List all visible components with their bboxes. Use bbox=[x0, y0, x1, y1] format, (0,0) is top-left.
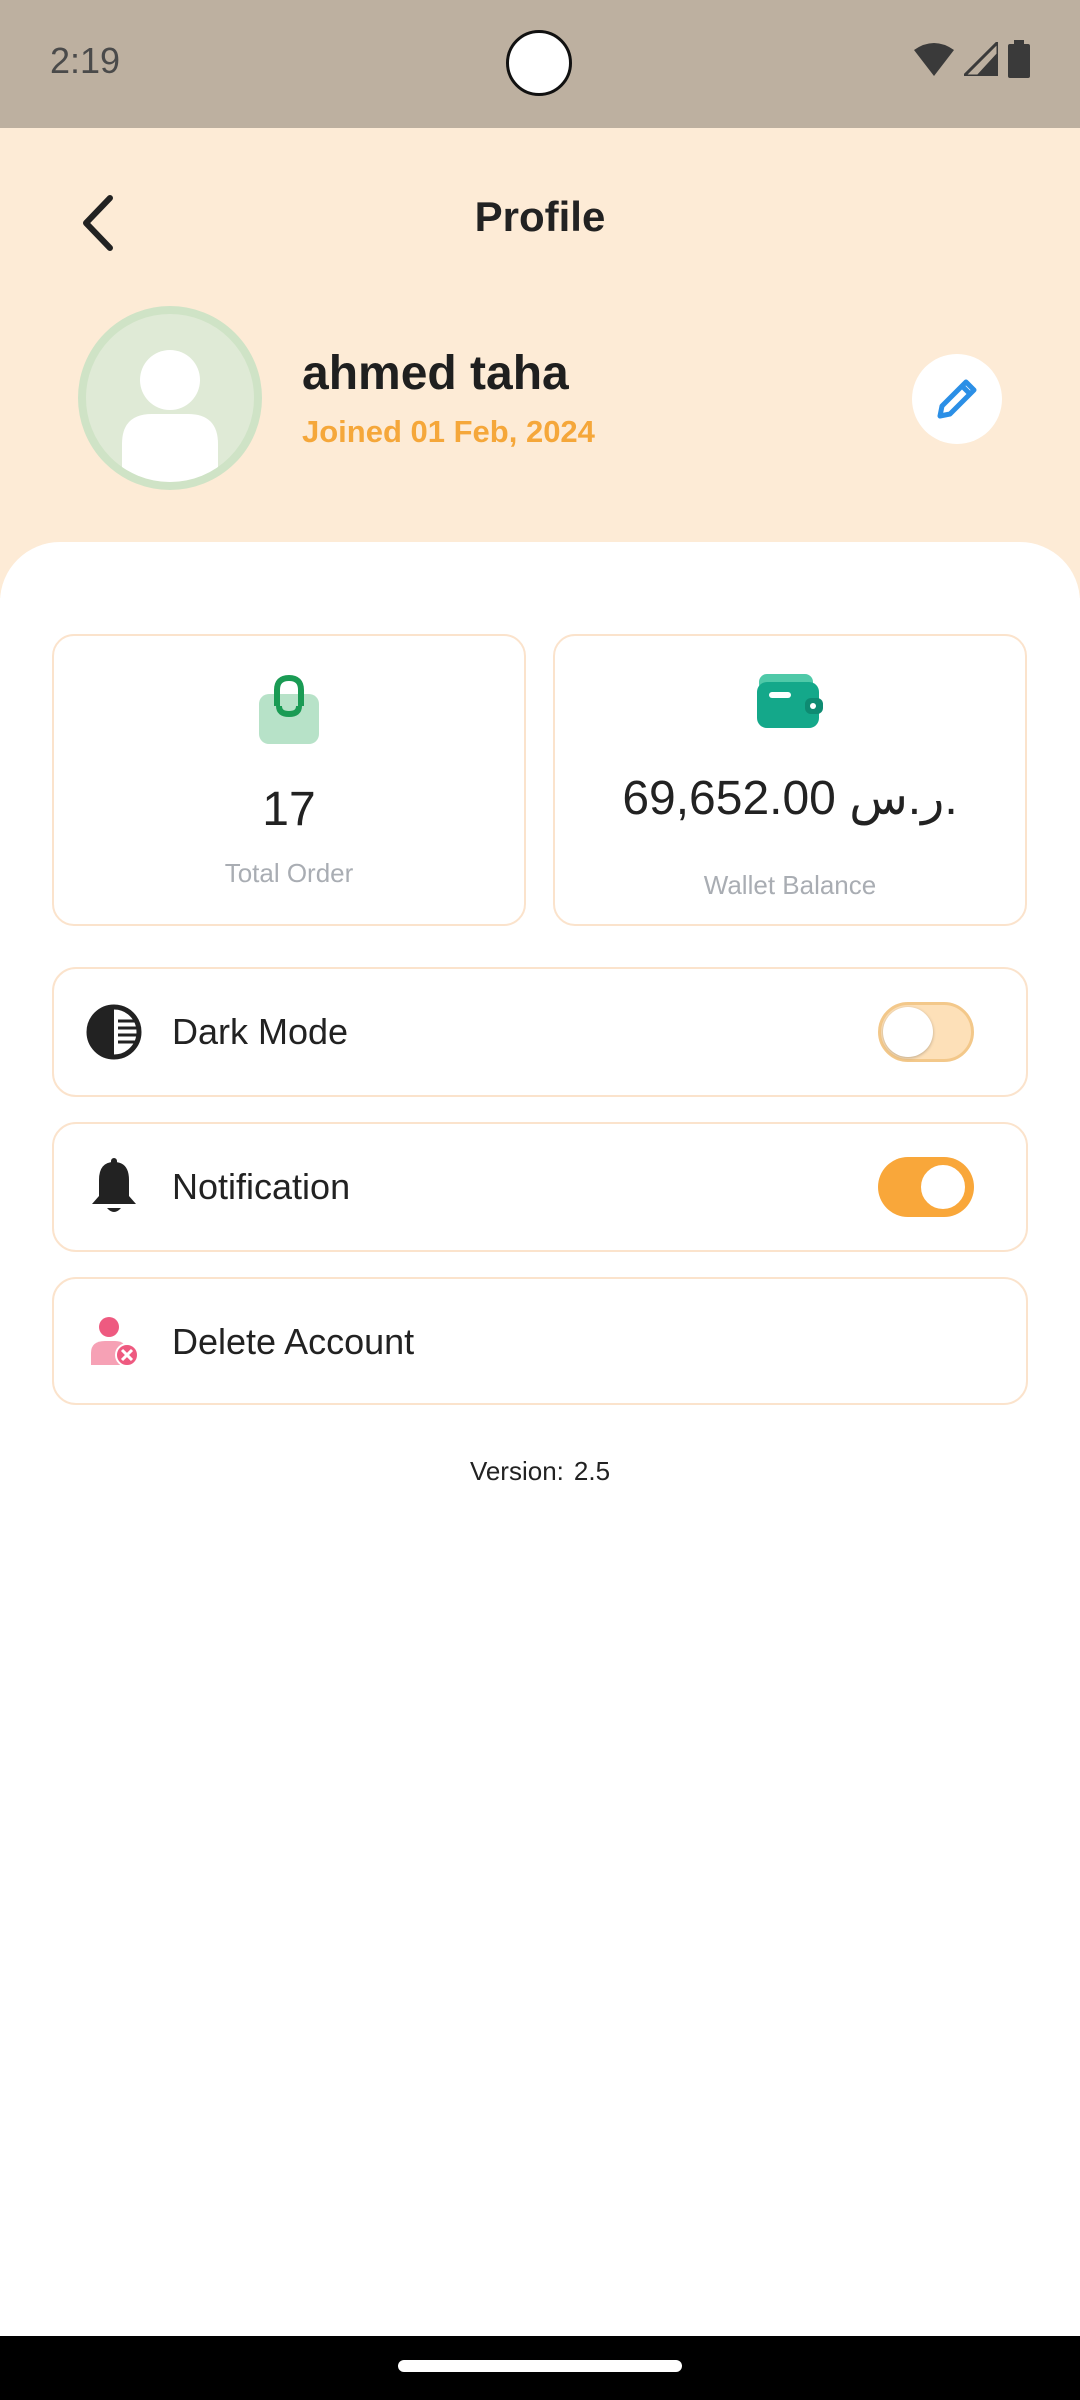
notification-label: Notification bbox=[172, 1166, 351, 1207]
contrast-icon bbox=[84, 1002, 144, 1062]
profile-header: Profile ahmed taha Joined 01 Feb, 2024 bbox=[0, 128, 1080, 598]
delete-account-label: Delete Account bbox=[172, 1321, 415, 1362]
wallet-balance-card[interactable]: 69,652.00 ر.س. Wallet Balance bbox=[553, 634, 1027, 926]
notification-row[interactable]: Notification bbox=[52, 1122, 1028, 1252]
wifi-icon bbox=[914, 42, 954, 81]
delete-user-icon bbox=[84, 1312, 144, 1372]
status-icons bbox=[914, 38, 1030, 83]
dark-mode-row[interactable]: Dark Mode bbox=[52, 967, 1028, 1097]
bell-icon bbox=[84, 1157, 144, 1217]
battery-icon bbox=[1008, 40, 1030, 83]
total-order-value: 17 bbox=[262, 783, 316, 836]
wallet-icon bbox=[555, 668, 1025, 730]
status-bar: 2:19 bbox=[0, 0, 1080, 128]
join-date: Joined 01 Feb, 2024 bbox=[302, 414, 595, 449]
version-label: Version: bbox=[469, 1456, 564, 1486]
toggle-knob bbox=[883, 1007, 933, 1057]
dark-mode-label: Dark Mode bbox=[172, 1011, 349, 1052]
pencil-icon bbox=[937, 379, 977, 419]
shopping-bag-icon bbox=[54, 674, 524, 746]
app-version: Version: 2.5 bbox=[0, 1456, 1080, 1487]
total-order-card[interactable]: 17 Total Order bbox=[52, 634, 526, 926]
home-indicator[interactable] bbox=[398, 2360, 682, 2372]
total-order-label: Total Order bbox=[224, 858, 354, 888]
user-placeholder-icon bbox=[122, 350, 218, 482]
version-value: 2.5 bbox=[573, 1456, 611, 1486]
wallet-balance-label: Wallet Balance bbox=[703, 870, 877, 900]
delete-account-row[interactable]: Delete Account bbox=[52, 1277, 1028, 1405]
navigation-bar bbox=[0, 2336, 1080, 2400]
signal-icon bbox=[960, 38, 1000, 81]
edit-profile-button[interactable] bbox=[912, 354, 1002, 444]
dark-mode-toggle[interactable] bbox=[878, 1002, 974, 1062]
toggle-knob bbox=[918, 1162, 968, 1212]
page-title: Profile bbox=[474, 193, 606, 240]
wallet-balance-value: 69,652.00 ر.س. bbox=[622, 772, 958, 825]
notification-toggle[interactable] bbox=[878, 1157, 974, 1217]
avatar[interactable] bbox=[78, 306, 262, 490]
profile-content: 17 Total Order 69,652.00 ر.س. Wallet Bal… bbox=[0, 542, 1080, 2342]
user-name: ahmed taha bbox=[302, 347, 569, 400]
status-time: 2:19 bbox=[50, 40, 121, 81]
front-camera bbox=[506, 30, 572, 96]
